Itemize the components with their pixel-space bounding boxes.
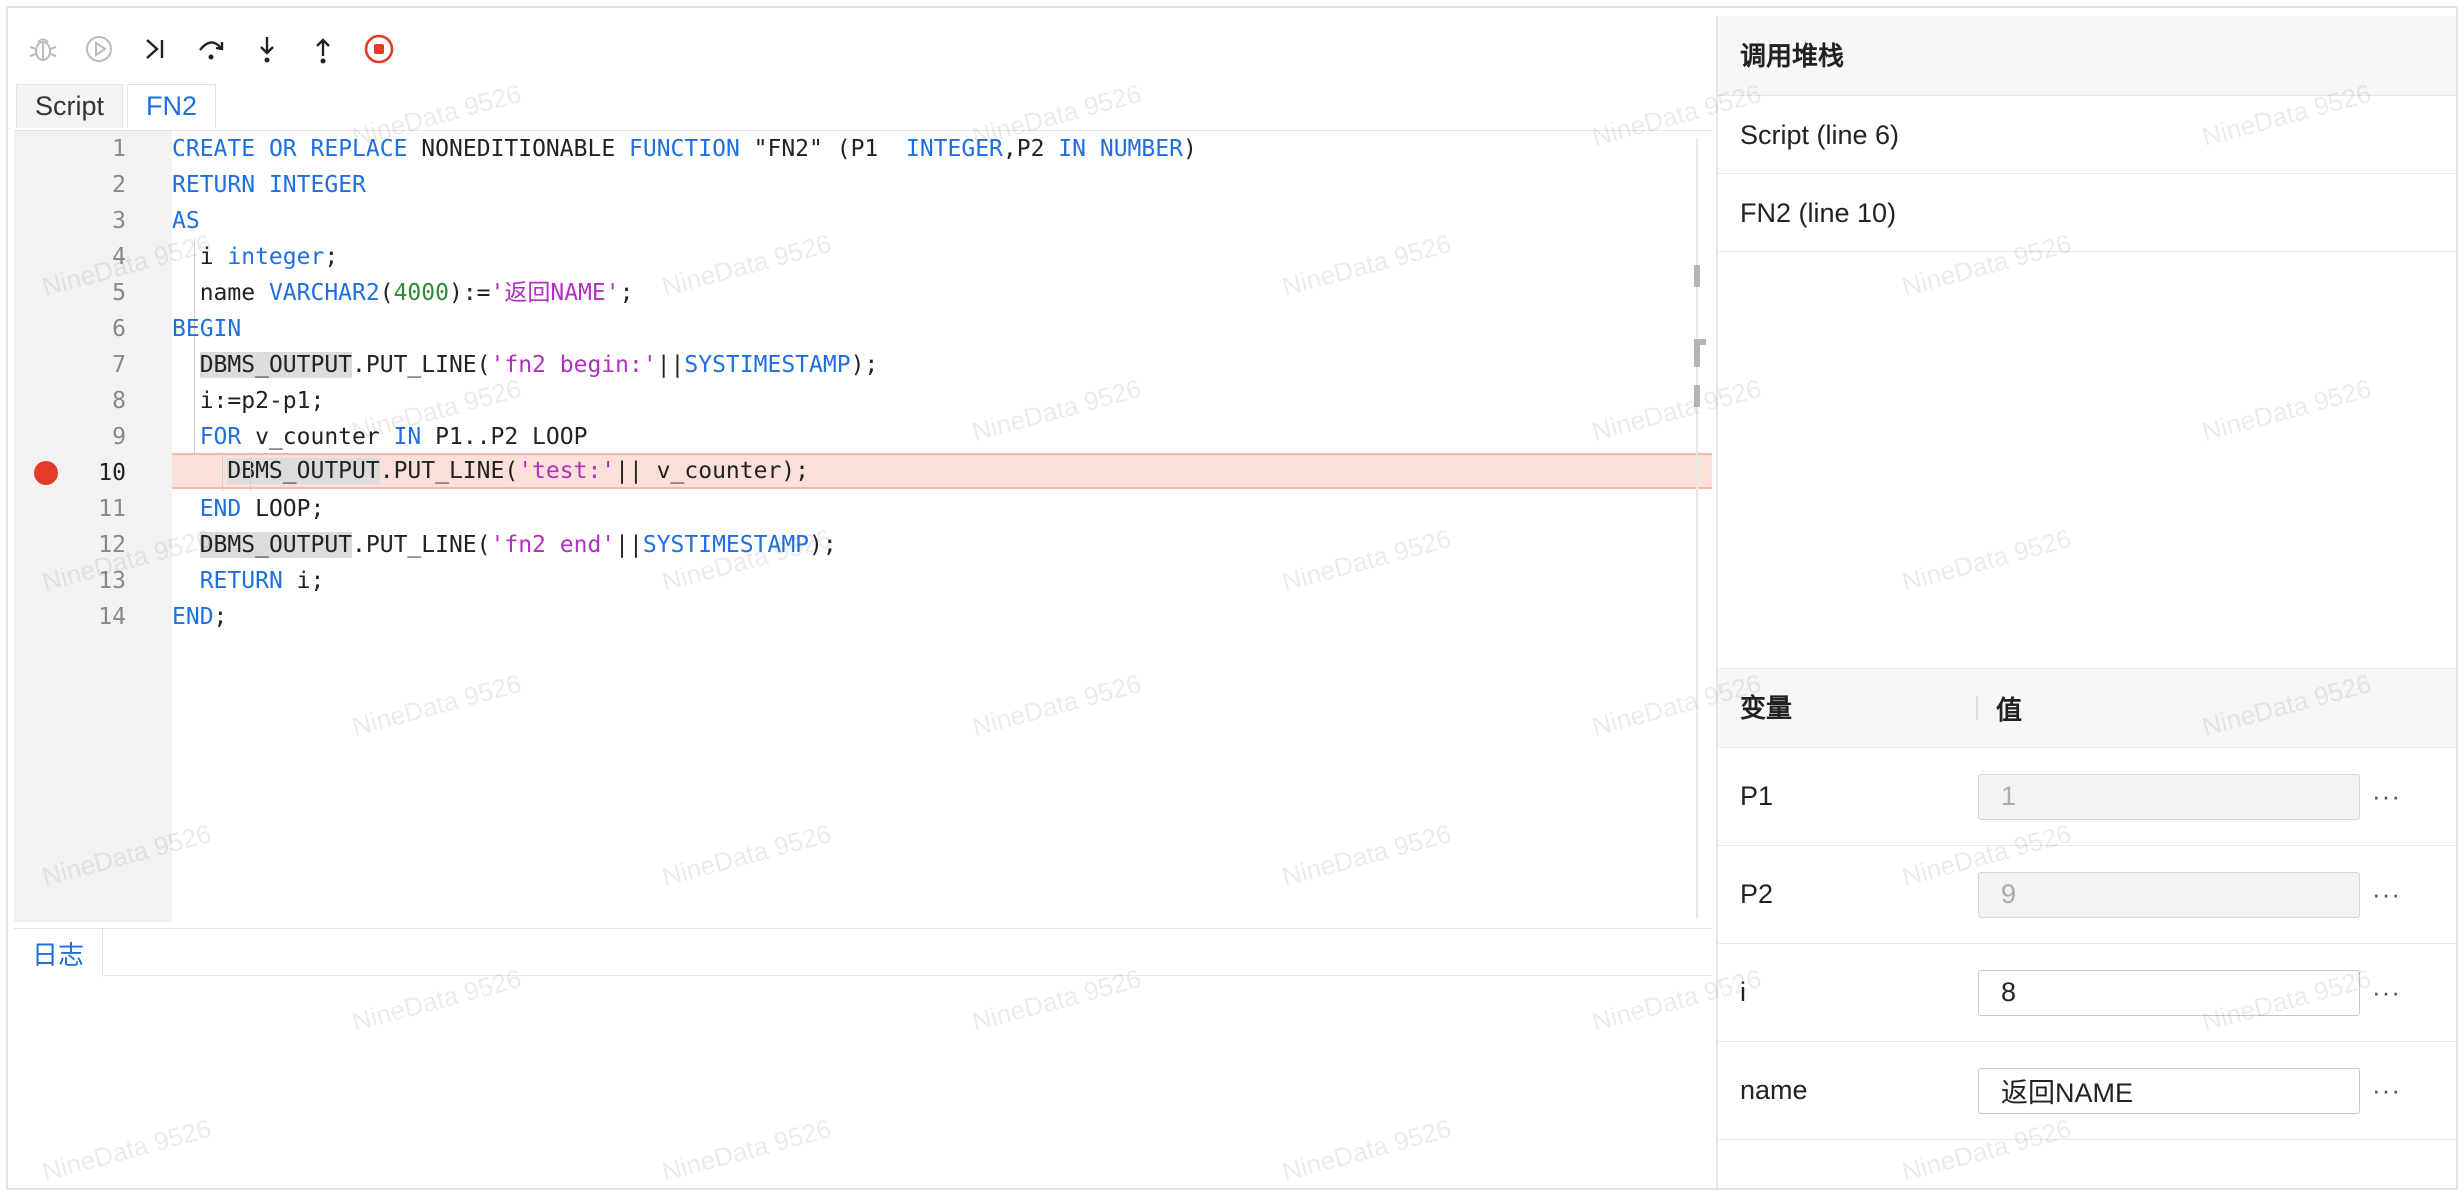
- code-line: i:=p2-p1;: [172, 388, 325, 414]
- variable-name: i: [1740, 977, 1746, 1007]
- line-gutter[interactable]: 1 2 3 4 5 6 7 8 9 10 11 12 13 14: [14, 131, 172, 922]
- call-stack-title: 调用堆栈: [1718, 16, 2456, 96]
- call-stack-frame[interactable]: Script (line 6): [1718, 96, 2456, 174]
- step-into-icon[interactable]: [250, 32, 284, 66]
- line-number[interactable]: 11: [14, 491, 172, 527]
- step-over-icon[interactable]: [194, 32, 228, 66]
- code-line: DBMS_OUTPUT.PUT_LINE('fn2 begin:'||SYSTI…: [199, 352, 879, 378]
- editor-tabs: Script FN2: [16, 84, 220, 128]
- code-line: i integer;: [172, 244, 339, 270]
- continue-icon: [82, 32, 116, 66]
- line-number[interactable]: 13: [14, 563, 172, 599]
- line-number[interactable]: 14: [14, 599, 172, 635]
- tab-log[interactable]: 日志: [14, 929, 104, 977]
- line-number[interactable]: 1: [14, 131, 172, 167]
- variable-value-input: 9: [1978, 871, 2360, 918]
- line-number[interactable]: 7: [14, 347, 172, 383]
- log-panel: 日志: [14, 928, 1712, 977]
- scroll-marker: [1694, 345, 1700, 367]
- variable-name: P2: [1740, 879, 1774, 909]
- call-stack-frame[interactable]: FN2 (line 10): [1718, 174, 2456, 252]
- editor-panel: Script FN2 1 2 3 4 5 6 7 8 9 10 11 12 13…: [10, 16, 1712, 1188]
- tab-script[interactable]: Script: [16, 84, 124, 128]
- line-number[interactable]: 8: [14, 383, 172, 419]
- more-icon[interactable]: ···: [2372, 1075, 2401, 1106]
- code-editor[interactable]: 1 2 3 4 5 6 7 8 9 10 11 12 13 14 CREATE …: [14, 130, 1712, 922]
- variable-row: P1 1 ···: [1718, 748, 2456, 846]
- code-line: RETURN i;: [199, 568, 325, 594]
- line-number[interactable]: 9: [14, 419, 172, 455]
- line-number[interactable]: 5: [14, 275, 172, 311]
- stop-icon[interactable]: [362, 32, 396, 66]
- debug-icon: [26, 32, 60, 66]
- variable-column-header: 变量: [1718, 695, 1978, 721]
- code-line: FOR v_counter IN P1..P2 LOOP: [199, 424, 588, 450]
- line-number[interactable]: 2: [14, 167, 172, 203]
- variable-name: name: [1740, 1075, 1808, 1105]
- line-number[interactable]: 10: [14, 455, 172, 491]
- step-out-icon[interactable]: [306, 32, 340, 66]
- scroll-marker: [1694, 385, 1700, 407]
- value-column-header: 值: [1996, 694, 2023, 725]
- debug-side-panel: 调用堆栈 Script (line 6) FN2 (line 10) 变量 值 …: [1716, 16, 2456, 1188]
- variable-row: name 返回NAME ···: [1718, 1042, 2456, 1140]
- editor-scrollbar[interactable]: [1694, 139, 1706, 919]
- debug-toolbar: [10, 16, 1712, 82]
- indent-guide: [250, 455, 251, 491]
- code-line: AS: [172, 208, 200, 234]
- breakpoint-icon[interactable]: [34, 461, 58, 485]
- more-icon[interactable]: ···: [2372, 781, 2401, 812]
- variables-header: 变量 值: [1718, 668, 2456, 748]
- line-number[interactable]: 12: [14, 527, 172, 563]
- variable-value-input[interactable]: 返回NAME: [1978, 1067, 2360, 1114]
- run-to-end-icon[interactable]: [138, 32, 172, 66]
- variable-value-input: 1: [1978, 773, 2360, 820]
- more-icon[interactable]: ···: [2372, 879, 2401, 910]
- scroll-marker: [1694, 265, 1700, 287]
- variable-value-input[interactable]: 8: [1978, 969, 2360, 1016]
- code-area[interactable]: CREATE OR REPLACE NONEDITIONABLE FUNCTIO…: [172, 131, 1712, 922]
- indent-guide: [222, 455, 223, 491]
- code-line: name VARCHAR2(4000):='返回NAME';: [172, 280, 634, 306]
- more-icon[interactable]: ···: [2372, 977, 2401, 1008]
- line-number[interactable]: 3: [14, 203, 172, 239]
- tab-fn2[interactable]: FN2: [127, 84, 217, 128]
- code-line: END LOOP;: [199, 496, 325, 522]
- variable-name: P1: [1740, 781, 1774, 811]
- code-line: BEGIN: [172, 316, 242, 342]
- variable-row: P2 9 ···: [1718, 846, 2456, 944]
- line-number[interactable]: 6: [14, 311, 172, 347]
- current-code-line: DBMS_OUTPUT.PUT_LINE('test:'|| v_counter…: [172, 453, 1712, 489]
- code-line: RETURN INTEGER: [172, 172, 366, 198]
- line-number[interactable]: 4: [14, 239, 172, 275]
- variable-row: i 8 ···: [1718, 944, 2456, 1042]
- code-line: CREATE OR REPLACE NONEDITIONABLE FUNCTIO…: [172, 136, 1197, 162]
- code-line: DBMS_OUTPUT.PUT_LINE('fn2 end'||SYSTIMES…: [199, 532, 837, 558]
- code-line: END;: [172, 604, 228, 630]
